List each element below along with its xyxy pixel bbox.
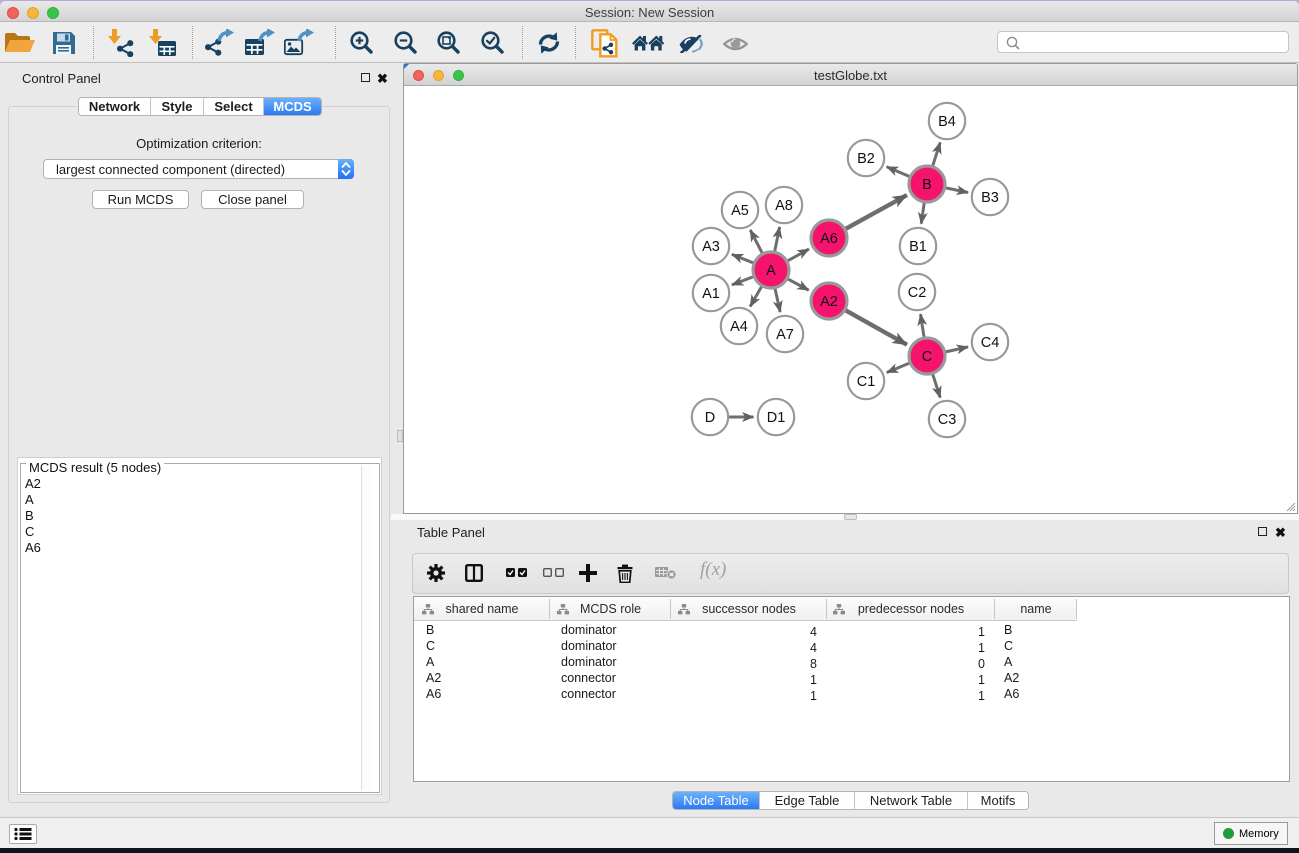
svg-text:C2: C2: [908, 285, 927, 301]
svg-text:B1: B1: [909, 239, 927, 255]
svg-text:C3: C3: [938, 412, 957, 428]
svg-text:A3: A3: [702, 239, 720, 255]
svg-text:A7: A7: [776, 327, 794, 343]
svg-text:A2: A2: [820, 294, 838, 310]
svg-text:A6: A6: [820, 231, 838, 247]
svg-text:A: A: [766, 263, 776, 279]
svg-text:B3: B3: [981, 190, 999, 206]
svg-text:C: C: [922, 349, 932, 365]
svg-text:A1: A1: [702, 286, 720, 302]
svg-text:B: B: [922, 177, 932, 193]
svg-text:C4: C4: [981, 335, 1000, 351]
svg-text:D1: D1: [767, 410, 786, 426]
svg-text:B4: B4: [938, 114, 956, 130]
svg-text:B2: B2: [857, 151, 875, 167]
svg-text:A5: A5: [731, 203, 749, 219]
svg-text:D: D: [705, 410, 715, 426]
svg-text:A8: A8: [775, 198, 793, 214]
svg-text:C1: C1: [857, 374, 876, 390]
svg-text:A4: A4: [730, 319, 748, 335]
